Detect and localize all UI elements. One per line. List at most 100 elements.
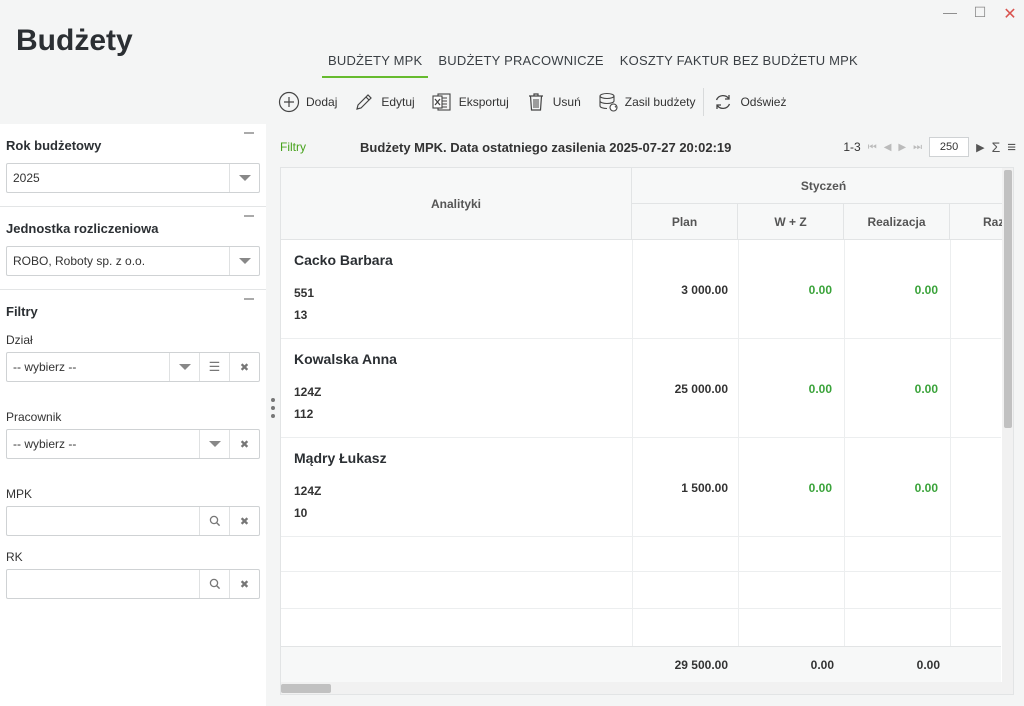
cell-wz: 0.00 — [738, 438, 844, 537]
rk-input[interactable]: ✖ — [6, 569, 260, 599]
unit-title: Jednostka rozliczeniowa — [6, 221, 159, 236]
column-header-analytics[interactable]: Analityki — [281, 168, 632, 240]
collapse-icon[interactable] — [244, 132, 254, 134]
column-header-realizacja[interactable]: Realizacja — [844, 204, 950, 240]
year-value: 2025 — [13, 171, 40, 185]
list-icon: ☰ — [208, 359, 221, 374]
row-name: Mądry Łukasz — [294, 450, 387, 466]
toolbar: Dodaj Edytuj Eksportuj Usuń Zasil budżet… — [270, 82, 794, 122]
panel-splitter-handle[interactable] — [270, 398, 276, 418]
dropdown-button[interactable] — [229, 164, 259, 192]
unit-select[interactable]: ROBO, Roboty sp. z o.o. — [6, 246, 260, 276]
cell-wz: 0.00 — [738, 339, 844, 438]
export-button[interactable]: Eksportuj — [423, 82, 517, 122]
filters-link[interactable]: Filtry — [280, 140, 360, 154]
refresh-button[interactable]: Odśwież — [704, 82, 794, 122]
column-divider — [950, 537, 951, 646]
list-button[interactable]: ☰ — [199, 353, 229, 381]
horizontal-scrollbar[interactable] — [281, 682, 1013, 694]
dropdown-button[interactable] — [199, 430, 229, 458]
table-row[interactable]: Kowalska Anna 124Z 112 25 000.00 0.00 0.… — [281, 339, 1001, 438]
clear-button[interactable]: ✖ — [229, 353, 259, 381]
table-row[interactable]: Mądry Łukasz 124Z 10 1 500.00 0.00 0.00 — [281, 438, 1001, 537]
chevron-down-icon — [238, 175, 251, 181]
pencil-icon — [356, 94, 373, 110]
column-header-plan[interactable]: Plan — [632, 204, 738, 240]
dropdown-button[interactable] — [229, 247, 259, 275]
plus-circle-icon — [278, 91, 300, 113]
collapse-icon[interactable] — [244, 215, 254, 217]
collapse-icon[interactable] — [244, 298, 254, 300]
search-button[interactable] — [199, 570, 229, 598]
total-wz: 0.00 — [810, 658, 834, 672]
next-page-icon[interactable]: ▶ — [898, 142, 906, 153]
grid-header-bar: Filtry Budżety MPK. Data ostatniego zasi… — [280, 134, 1016, 160]
row-code: 112 — [294, 407, 314, 421]
export-label: Eksportuj — [458, 95, 509, 109]
year-title: Rok budżetowy — [6, 138, 102, 153]
employee-select[interactable]: -- wybierz -- ✖ — [6, 429, 260, 459]
column-header-month[interactable]: Styczeń — [632, 168, 1013, 204]
menu-icon[interactable]: ≡ — [1007, 139, 1016, 156]
column-header-wz[interactable]: W + Z — [738, 204, 844, 240]
dropdown-button[interactable] — [169, 353, 199, 381]
year-section: Rok budżetowy 2025 — [0, 124, 266, 207]
tab-budzety-pracownicze[interactable]: BUDŻETY PRACOWNICZE — [432, 50, 609, 78]
dept-select[interactable]: -- wybierz -- ☰ ✖ — [6, 352, 260, 382]
cell-realizacja: 0.00 — [844, 339, 950, 438]
page-size-arrow-icon[interactable]: ▶ — [976, 141, 984, 154]
column-divider — [844, 537, 845, 646]
scrollbar-thumb[interactable] — [1004, 170, 1012, 428]
clear-button[interactable]: ✖ — [229, 430, 259, 458]
add-button[interactable]: Dodaj — [270, 82, 345, 122]
maximize-button[interactable]: ☐ — [972, 4, 988, 24]
excel-icon — [432, 93, 451, 111]
mpk-label: MPK — [6, 487, 33, 501]
page-size-input[interactable]: 250 — [929, 137, 970, 157]
edit-button[interactable]: Edytuj — [345, 82, 422, 122]
scrollbar-thumb[interactable] — [281, 684, 331, 693]
tab-budzety-mpk[interactable]: BUDŻETY MPK — [322, 50, 429, 78]
row-code: 551 — [294, 286, 315, 300]
search-button[interactable] — [199, 507, 229, 535]
row-code: 124Z — [294, 385, 322, 399]
pager: 1-3 ⏮ ◀ ▶ ⏭ 250 ▶ Σ ≡ — [843, 137, 1016, 157]
clear-icon: ✖ — [239, 361, 250, 374]
row-code: 13 — [294, 308, 308, 322]
last-page-icon[interactable]: ⏭ — [913, 142, 922, 153]
column-header-raz[interactable]: Raz — [950, 204, 1004, 240]
clear-button[interactable]: ✖ — [229, 570, 259, 598]
clear-icon: ✖ — [239, 515, 250, 528]
page-title: Budżety — [16, 24, 133, 57]
sum-icon[interactable]: Σ — [992, 139, 1001, 155]
year-select[interactable]: 2025 — [6, 163, 260, 193]
prev-page-icon[interactable]: ◀ — [884, 142, 892, 153]
tab-koszty-faktur[interactable]: KOSZTY FAKTUR BEZ BUDŻETU MPK — [614, 50, 864, 78]
clear-button[interactable]: ✖ — [229, 507, 259, 535]
vertical-scrollbar[interactable] — [1002, 168, 1013, 682]
fund-budgets-button[interactable]: Zasil budżety — [589, 82, 704, 122]
cell-raz — [950, 240, 1002, 339]
trash-icon — [528, 93, 543, 111]
delete-button[interactable]: Usuń — [517, 82, 589, 122]
minimize-button[interactable]: — — [942, 4, 958, 24]
filters-section: Filtry Dział -- wybierz -- ☰ ✖ Pracownik… — [0, 290, 266, 599]
column-divider — [738, 537, 739, 646]
budget-grid: Analityki Styczeń Plan W + Z Realizacja … — [280, 167, 1014, 695]
chevron-down-icon — [238, 258, 251, 264]
search-icon — [209, 578, 220, 590]
filters-title: Filtry — [6, 304, 38, 319]
search-icon — [209, 515, 220, 527]
delete-label: Usuń — [552, 95, 581, 109]
column-divider — [632, 537, 633, 646]
row-code: 124Z — [294, 484, 322, 498]
rk-label: RK — [6, 550, 23, 564]
table-row[interactable]: Cacko Barbara 551 13 3 000.00 0.00 0.00 — [281, 240, 1001, 339]
cell-raz — [950, 339, 1002, 438]
mpk-input[interactable]: ✖ — [6, 506, 260, 536]
clear-icon: ✖ — [239, 438, 250, 451]
cell-realizacja: 0.00 — [844, 240, 950, 339]
close-button[interactable]: ✕ — [1002, 4, 1018, 24]
first-page-icon[interactable]: ⏮ — [868, 142, 877, 153]
unit-section: Jednostka rozliczeniowa ROBO, Roboty sp.… — [0, 207, 266, 290]
